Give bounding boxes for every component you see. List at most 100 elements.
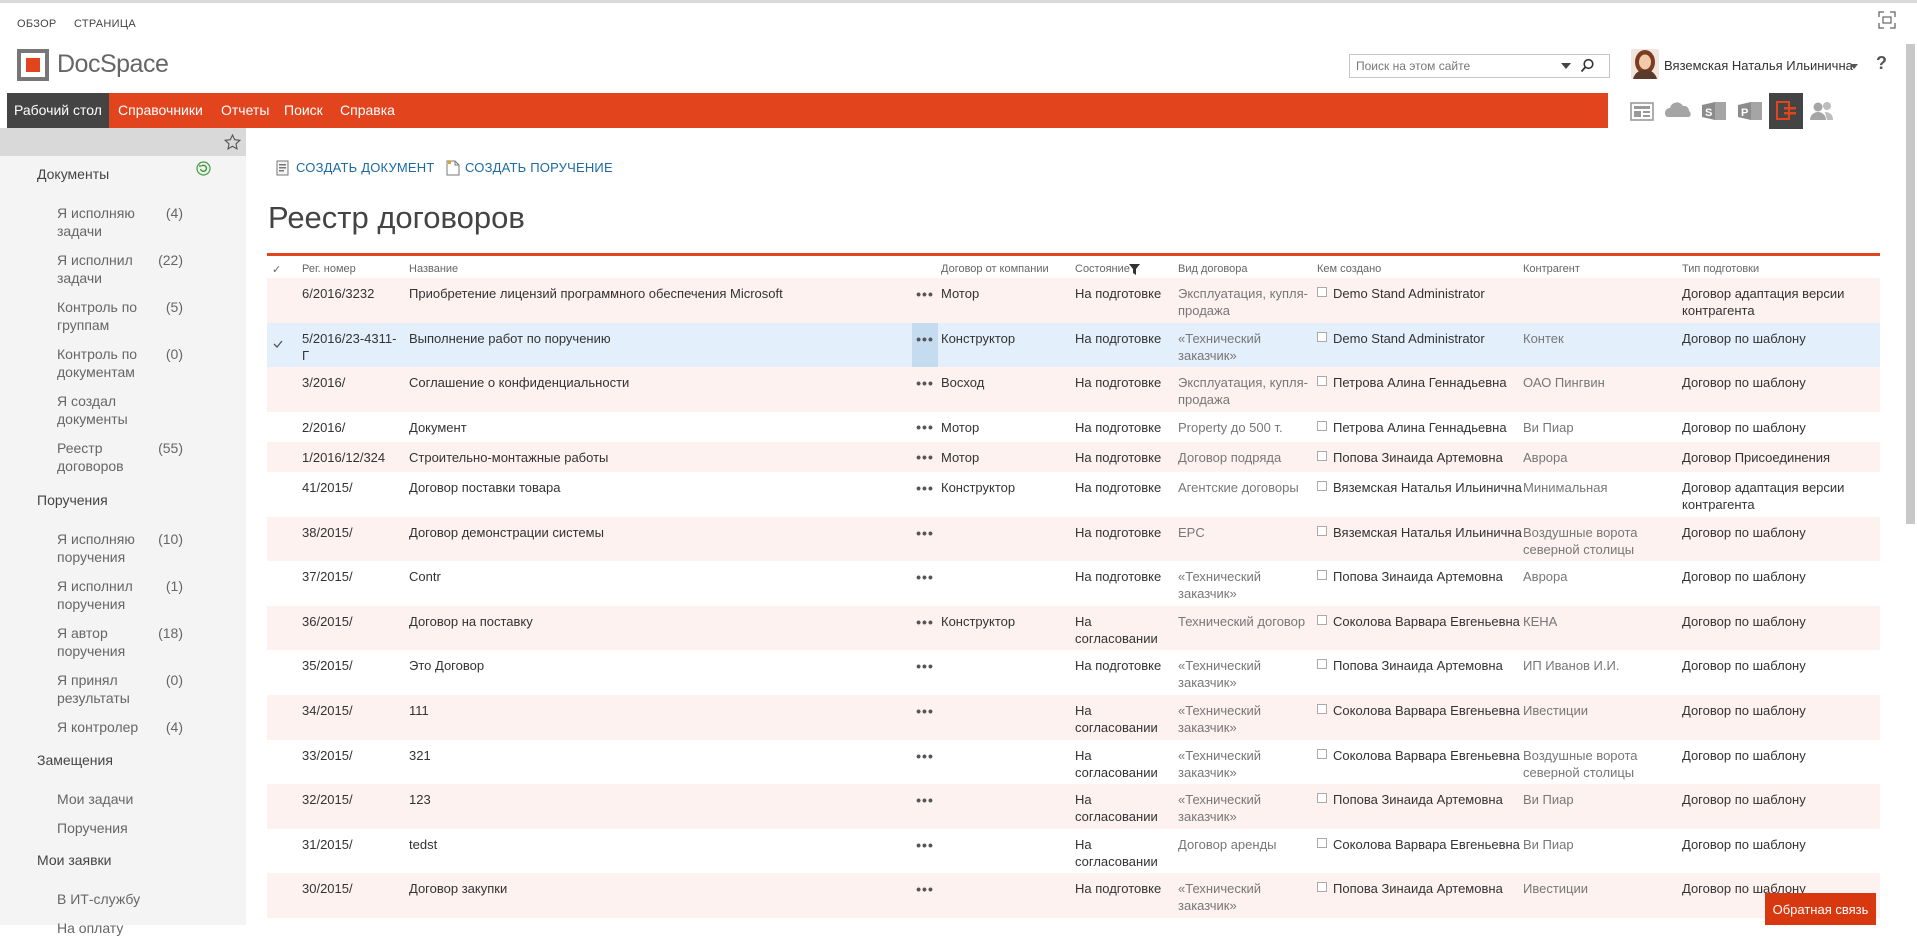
nav-item-reports[interactable]: Отчеты	[214, 93, 276, 128]
sidebar-item-i-execute-assignments[interactable]: Я исполняю поручения (10)	[57, 530, 237, 566]
select-all-check-icon[interactable]: ✓	[272, 263, 281, 276]
cell-reg-number[interactable]: 6/2016/3232	[302, 285, 402, 302]
cell-name[interactable]: 111	[409, 702, 799, 719]
people-icon[interactable]	[1805, 93, 1839, 129]
sidebar-item-i-execute-tasks[interactable]: Я исполняю задачи (4)	[57, 204, 237, 240]
sidebar-item-control-by-documents[interactable]: Контроль по документам (0)	[57, 345, 237, 381]
row-menu-ellipsis-icon[interactable]: •••	[912, 472, 938, 517]
onedrive-icon[interactable]	[1661, 93, 1695, 129]
ribbon-tab-overview[interactable]: ОБЗОР	[17, 18, 57, 30]
user-name[interactable]: Вяземская Наталья Ильинична	[1664, 58, 1853, 73]
author-name[interactable]: Соколова Варвара Евгеньевна	[1333, 614, 1520, 629]
row-menu-ellipsis-icon[interactable]: •••	[912, 829, 938, 873]
author-name[interactable]: Попова Зинаида Артемовна	[1333, 792, 1503, 807]
cell-author[interactable]: Вяземская Наталья Ильинична	[1317, 479, 1522, 496]
cell-author[interactable]: Соколова Варвара Евгеньевна	[1317, 747, 1522, 764]
row-menu-ellipsis-icon[interactable]: •••	[912, 873, 938, 918]
row-menu-ellipsis-icon[interactable]: •••	[912, 367, 938, 412]
author-name[interactable]: Demo Stand Administrator	[1333, 331, 1485, 346]
user-menu-chevron-down-icon[interactable]	[1850, 64, 1858, 70]
site-logo-text[interactable]: DocSpace	[57, 50, 169, 79]
row-menu-ellipsis-icon[interactable]: •••	[912, 412, 938, 442]
sidebar-section-documents[interactable]: Документы	[37, 166, 109, 182]
filter-icon[interactable]	[1129, 264, 1140, 275]
newsfeed-icon[interactable]	[1625, 93, 1659, 129]
sidebar-item-my-tasks[interactable]: Мои задачи	[57, 790, 237, 808]
row-menu-ellipsis-icon[interactable]: •••	[912, 650, 938, 695]
sidebar-item-i-created-documents[interactable]: Я создал документы	[57, 392, 237, 428]
cell-reg-number[interactable]: 30/2015/	[302, 880, 402, 897]
help-icon[interactable]: ?	[1876, 53, 1887, 74]
cell-author[interactable]: Петрова Алина Геннадьевна	[1317, 419, 1522, 436]
cell-reg-number[interactable]: 36/2015/	[302, 613, 402, 630]
sites-icon[interactable]: S	[1697, 93, 1731, 129]
sidebar-item-i-completed-assignments[interactable]: Я исполнил поручения (1)	[57, 577, 237, 613]
search-icon[interactable]	[1580, 58, 1595, 73]
author-name[interactable]: Петрова Алина Геннадьевна	[1333, 420, 1507, 435]
column-header-name[interactable]: Название	[409, 263, 458, 275]
table-row[interactable]: 34/2015/111 ••• На согласовании «Технически…	[267, 695, 1880, 740]
cell-reg-number[interactable]: 35/2015/	[302, 657, 402, 674]
row-menu-ellipsis-icon[interactable]: •••	[912, 740, 938, 784]
cell-reg-number[interactable]: 32/2015/	[302, 791, 402, 808]
table-row[interactable]: 41/2015/Договор поставки товара ••• Констр…	[267, 472, 1880, 517]
author-name[interactable]: Вяземская Наталья Ильинична	[1333, 525, 1522, 540]
column-header-state[interactable]: Состояние	[1075, 263, 1130, 275]
author-name[interactable]: Вяземская Наталья Ильинична	[1333, 480, 1522, 495]
table-row[interactable]: 5/2016/23-4311-Г Выполнение работ по пору…	[267, 323, 1880, 367]
column-header-counterparty[interactable]: Контрагент	[1523, 263, 1580, 275]
row-selected-check-icon[interactable]	[272, 338, 284, 350]
nav-item-directories[interactable]: Справочники	[111, 93, 210, 128]
cell-author[interactable]: Demo Stand Administrator	[1317, 285, 1522, 302]
fullscreen-icon[interactable]	[1878, 11, 1896, 29]
table-row[interactable]: 38/2015/Договор демонстрации системы ••• Н…	[267, 517, 1880, 561]
feedback-button[interactable]: Обратная связь	[1765, 893, 1876, 925]
cell-name[interactable]: Договор закупки	[409, 880, 799, 897]
sidebar-item-substitution-assignments[interactable]: Поручения	[57, 819, 237, 837]
cell-reg-number[interactable]: 34/2015/	[302, 702, 402, 719]
author-name[interactable]: Попова Зинаида Артемовна	[1333, 881, 1503, 896]
table-row[interactable]: 6/2016/3232 Приобретение лицензий програм…	[267, 278, 1880, 323]
sidebar-item-i-completed-tasks[interactable]: Я исполнил задачи (22)	[57, 251, 237, 287]
cell-reg-number[interactable]: 37/2015/	[302, 568, 402, 585]
table-row[interactable]: 1/2016/12/324 Строительно-монтажные работ…	[267, 442, 1880, 472]
sidebar-item-it-service[interactable]: В ИТ-службу	[57, 890, 237, 908]
author-name[interactable]: Попова Зинаида Артемовна	[1333, 569, 1503, 584]
author-name[interactable]: Петрова Алина Геннадьевна	[1333, 375, 1507, 390]
row-menu-ellipsis-icon[interactable]: •••	[912, 561, 938, 606]
cell-author[interactable]: Соколова Варвара Евгеньевна	[1317, 613, 1522, 630]
column-header-prep-type[interactable]: Тип подготовки	[1682, 263, 1759, 275]
row-menu-ellipsis-icon[interactable]: •••	[912, 517, 938, 561]
sidebar-item-i-am-controller[interactable]: Я контролер (4)	[57, 718, 237, 736]
cell-reg-number[interactable]: 5/2016/23-4311-Г	[302, 330, 402, 364]
create-assignment-icon[interactable]	[446, 160, 460, 176]
column-header-reg-number[interactable]: Рег. номер	[302, 263, 356, 275]
cell-author[interactable]: Соколова Варвара Евгеньевна	[1317, 836, 1522, 853]
cell-reg-number[interactable]: 41/2015/	[302, 479, 402, 496]
cell-name[interactable]: Договор на поставку	[409, 613, 799, 630]
refresh-icon[interactable]	[196, 161, 211, 176]
sidebar-section-my-requests[interactable]: Мои заявки	[37, 852, 111, 868]
cell-author[interactable]: Попова Зинаида Артемовна	[1317, 657, 1522, 674]
sidebar-section-assignments[interactable]: Поручения	[37, 492, 108, 508]
search-scope-chevron-icon[interactable]	[1560, 61, 1572, 71]
sidebar-item-i-am-author[interactable]: Я автор поручения (18)	[57, 624, 237, 660]
cell-author[interactable]: Попова Зинаида Артемовна	[1317, 880, 1522, 897]
user-avatar[interactable]	[1631, 49, 1659, 79]
cell-name[interactable]: Приобретение лицензий программного обесп…	[409, 285, 799, 302]
cell-reg-number[interactable]: 33/2015/	[302, 747, 402, 764]
create-document-button[interactable]: СОЗДАТЬ ДОКУМЕНТ	[296, 160, 435, 175]
cell-author[interactable]: Попова Зинаида Артемовна	[1317, 449, 1522, 466]
row-menu-ellipsis-icon[interactable]: •••	[912, 442, 938, 472]
nav-item-desktop[interactable]: Рабочий стол	[7, 93, 109, 128]
cell-name[interactable]: 321	[409, 747, 799, 764]
cell-name[interactable]: Договор демонстрации системы	[409, 524, 799, 541]
table-row[interactable]: 31/2015/tedst ••• На согласовании Договор а…	[267, 829, 1880, 873]
table-row[interactable]: 30/2015/Договор закупки ••• На подготовке «…	[267, 873, 1880, 918]
cell-name[interactable]: Выполнение работ по поручению	[409, 330, 799, 347]
create-assignment-button[interactable]: СОЗДАТЬ ПОРУЧЕНИЕ	[465, 160, 613, 175]
row-menu-ellipsis-icon[interactable]: •••	[912, 606, 938, 650]
author-name[interactable]: Demo Stand Administrator	[1333, 286, 1485, 301]
column-header-author[interactable]: Кем создано	[1317, 263, 1381, 275]
cell-name[interactable]: Соглашение о конфиденциальности	[409, 374, 799, 391]
